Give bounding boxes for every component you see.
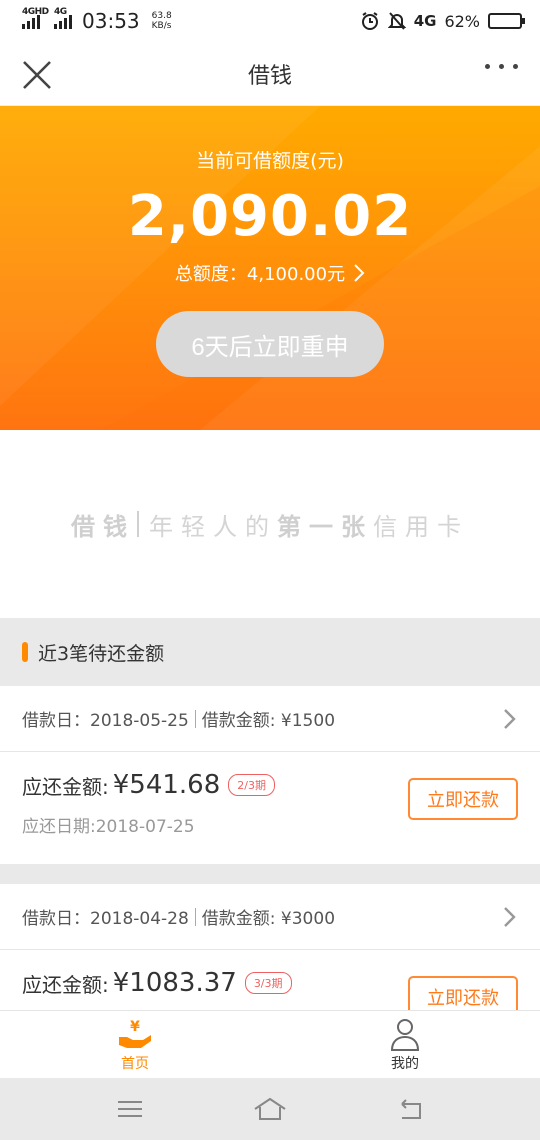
net-speed: 63.8 KB/s [152,11,172,31]
tab-home[interactable]: ¥ 首页 [0,1011,270,1078]
slogan-part1: 年轻人的 [149,512,277,541]
loan-amount: 借款金额: ¥3000 [201,909,336,929]
slogan-part2: 第一张 [277,512,373,541]
due-amount: ¥1083.37 [112,968,237,998]
battery-percent: 62% [444,11,480,31]
alarm-icon [361,12,378,30]
battery-icon [488,13,525,29]
total-credit-text: 总额度：4,100.00元 [174,264,346,285]
svg-text:¥: ¥ [130,1019,140,1035]
net-speed-value: 63.8 [151,11,172,21]
menu-icon[interactable] [112,1094,148,1124]
mute-bell-icon [387,12,406,30]
available-credit-label: 当前可借额度(元) [196,150,344,172]
signal-icon-sim1: 4GHD [22,7,49,29]
loan-date: 借款日：2018-05-25 [22,711,189,731]
section-header: 近3笔待还金额 [0,618,540,686]
tab-mine[interactable]: 我的 [270,1011,540,1078]
divider [194,709,196,728]
more-icon[interactable] [485,64,518,69]
due-label: 应还金额: [22,774,109,799]
due-amount: ¥541.68 [112,770,221,800]
nav-bar: 借钱 [0,42,540,106]
slogan-divider [137,511,139,537]
available-credit-amount: 2,090.02 [127,184,413,249]
loan-amount: 借款金额: ¥1500 [201,711,336,731]
section-title: 近3笔待还金额 [38,642,165,665]
period-badge: 3/3期 [244,972,292,994]
chevron-right-icon [504,906,516,927]
network-type: 4G [413,12,437,30]
due-label: 应还金额: [22,972,109,997]
total-credit-link[interactable]: 总额度：4,100.00元 [0,260,540,286]
loan-summary-row[interactable]: 借款日：2018-05-25 借款金额: ¥1500 [0,686,540,752]
sim2-label: 4G [54,7,67,17]
sim1-label: 4GHD [22,7,49,17]
chevron-right-icon [504,708,516,729]
home-icon[interactable] [252,1094,288,1124]
slogan: 借钱 年轻人的 第一张 信用卡 [71,507,469,542]
repay-button[interactable]: 立即还款 [408,778,518,820]
user-icon [390,1018,420,1051]
page-title: 借钱 [247,63,292,89]
status-time: 03:53 [82,9,140,33]
loan-due-section: 应还金额: ¥541.68 2/3期 应还日期:2018-07-25 立即还款 [0,752,540,864]
divider [194,907,196,926]
back-icon[interactable] [392,1094,428,1124]
slogan-part3: 信用卡 [373,512,469,541]
tab-home-label: 首页 [121,1055,149,1072]
loan-date: 借款日：2018-04-28 [22,909,189,929]
home-hand-yen-icon: ¥ [119,1019,151,1048]
status-bar: 4GHD 4G 03:53 63.8 KB/s 4G 62% [0,0,540,42]
section-marker [22,642,28,662]
tab-bar: ¥ 首页 我的 [0,1010,540,1078]
loan-card: 借款日：2018-05-25 借款金额: ¥1500 应还金额: ¥541.68… [0,686,540,864]
loan-summary-row[interactable]: 借款日：2018-04-28 借款金额: ¥3000 [0,884,540,950]
reapply-button[interactable]: 6天后立即重申 [156,311,384,377]
due-date: 应还日期:2018-07-25 [22,817,195,837]
chevron-right-icon [354,264,365,282]
signal-icon-sim2: 4G [54,7,72,29]
credit-hero: 当前可借额度(元) 2,090.02 总额度：4,100.00元 6天后立即重申 [0,106,540,430]
period-badge: 2/3期 [228,774,275,796]
slogan-brand: 借钱 [71,512,135,541]
system-nav-bar [0,1078,540,1140]
close-icon[interactable] [20,58,54,92]
slogan-banner: 借钱 年轻人的 第一张 信用卡 [0,430,540,618]
tab-mine-label: 我的 [391,1055,419,1072]
net-speed-unit: KB/s [151,21,172,31]
